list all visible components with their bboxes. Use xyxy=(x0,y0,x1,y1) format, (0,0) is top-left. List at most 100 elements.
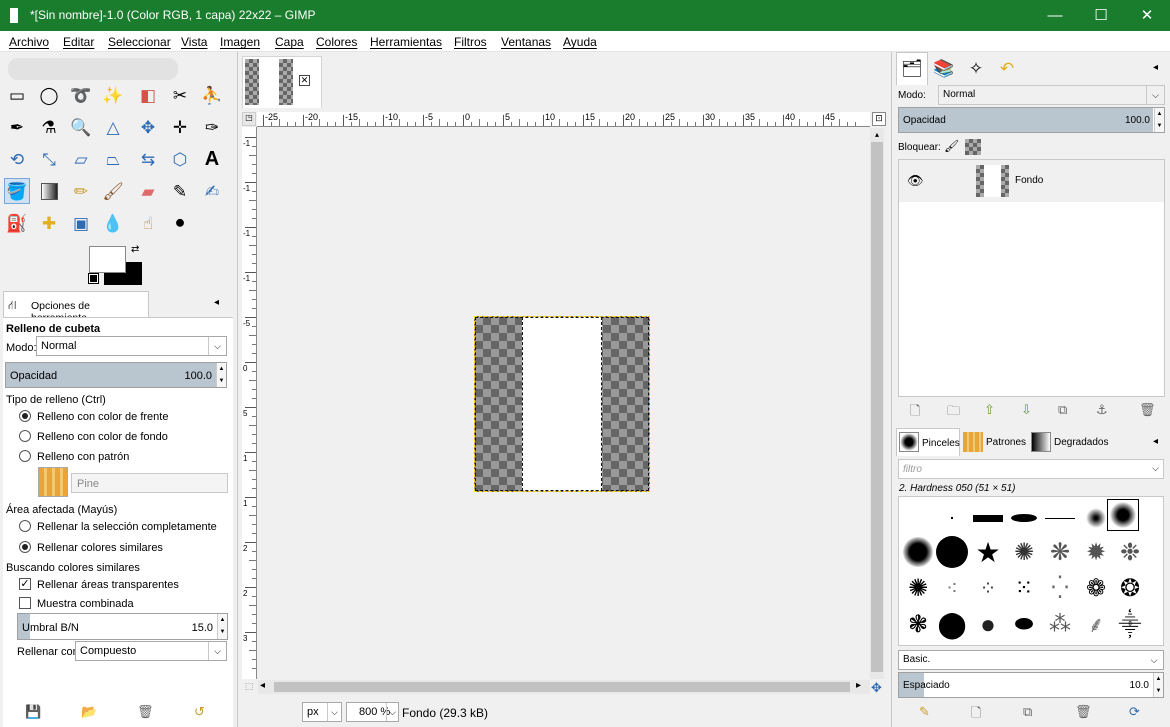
paintbrush-tool-icon[interactable]: 🖌 xyxy=(100,178,126,204)
smudge-tool-icon[interactable]: ☝ xyxy=(135,210,161,236)
default-colors-icon[interactable] xyxy=(88,273,99,284)
brush-pixel[interactable] xyxy=(935,506,969,530)
brush-texture-11[interactable]: ⬬ xyxy=(1007,607,1041,641)
brush-texture-6[interactable]: ❁ xyxy=(1079,571,1113,605)
clone-tool-icon[interactable]: ⛽ xyxy=(4,210,30,236)
brush-filter-input[interactable]: filtro ⌵ xyxy=(898,459,1164,479)
navigate-icon[interactable]: ✥ xyxy=(871,680,882,696)
brush-block-large[interactable] xyxy=(971,506,1005,530)
pencil-tool-icon[interactable]: ✏ xyxy=(68,178,94,204)
rect-select-tool-icon[interactable]: ▭ xyxy=(4,82,30,108)
eye-icon[interactable]: 👁 xyxy=(907,173,924,189)
fill-by-dropdown[interactable]: Compuesto ⌵ xyxy=(75,641,227,661)
brush-line[interactable] xyxy=(1043,506,1077,530)
new-layer-icon[interactable]: 🗋 xyxy=(910,402,920,424)
spacing-slider[interactable]: Espaciado 10.0 ▲ ▼ xyxy=(898,672,1164,698)
menu-filtros[interactable]: Filtros xyxy=(454,35,487,49)
menu-ventanas[interactable]: Ventanas xyxy=(501,35,551,49)
vertical-ruler[interactable]: -1 -1 -1 -1 -5 0 5 1 1 2 2 3 xyxy=(242,127,257,679)
layers-tab-icon[interactable]: 🗂 xyxy=(896,52,928,85)
zoom-tool-icon[interactable]: 🔍 xyxy=(68,114,94,140)
brush-texture-13[interactable]: ⸙ xyxy=(1079,607,1113,641)
tab-gradients[interactable]: Degradados xyxy=(1030,428,1112,456)
channels-tab-icon[interactable]: 📚 xyxy=(928,52,960,85)
brush-star[interactable]: ★ xyxy=(971,535,1005,569)
lock-pixels-icon[interactable]: 🖌 xyxy=(944,139,959,153)
brush-hard-circle[interactable] xyxy=(935,535,969,569)
tab-tool-options[interactable]: ⛙ Opciones de herramienta xyxy=(3,291,149,324)
brush-splatter-4[interactable]: ❉ xyxy=(1113,535,1147,569)
opacity-spinner[interactable]: ▲ ▼ xyxy=(216,363,226,387)
eraser-tool-icon[interactable]: ▰ xyxy=(135,178,161,204)
mode-dropdown[interactable]: Normal ⌵ xyxy=(36,336,227,356)
edit-brush-icon[interactable]: ✎ xyxy=(919,704,930,720)
refresh-brushes-icon[interactable]: ⟳ xyxy=(1129,704,1140,720)
lock-alpha-icon[interactable] xyxy=(965,139,981,155)
menu-archivo[interactable]: Archivo xyxy=(9,35,49,49)
delete-layer-icon[interactable]: 🗑 xyxy=(1139,402,1156,418)
reset-options-icon[interactable]: ↺ xyxy=(194,704,205,720)
layer-row[interactable]: 👁 Fondo xyxy=(899,160,1164,202)
anchor-layer-icon[interactable]: ⚓ xyxy=(1096,402,1108,418)
brush-texture-9[interactable]: ⬤ xyxy=(935,607,969,641)
airbrush-tool-icon[interactable]: ✎ xyxy=(167,178,193,204)
heal-tool-icon[interactable]: ✚ xyxy=(36,210,62,236)
fuzzy-select-tool-icon[interactable]: ✨ xyxy=(100,82,126,108)
color-select-tool-icon[interactable]: ◧ xyxy=(135,82,161,108)
brush-splatter-2[interactable]: ❋ xyxy=(1043,535,1077,569)
zoom-fit-icon[interactable]: ⊡ xyxy=(872,112,886,126)
bucket-fill-tool-icon[interactable]: 🪣 xyxy=(4,178,30,204)
layers-panel-menu-icon[interactable]: ◂ xyxy=(1153,62,1158,73)
perspective-tool-icon[interactable]: ⏢ xyxy=(100,146,126,172)
swap-colors-icon[interactable]: ⇄ xyxy=(131,244,139,255)
brush-hardness-050-selected[interactable] xyxy=(1107,499,1139,531)
scroll-left-arrow[interactable]: ◂ xyxy=(260,680,265,691)
blend-tool-icon[interactable] xyxy=(36,178,62,204)
brush-texture-3[interactable]: ⁘ xyxy=(971,571,1005,605)
menu-capa[interactable]: Capa xyxy=(275,35,304,49)
zoom-dropdown[interactable]: 800 % ⌵ xyxy=(346,702,399,722)
pattern-name-field[interactable]: Pine xyxy=(71,473,228,493)
duplicate-layer-icon[interactable]: ⧉ xyxy=(1058,402,1067,418)
color-picker-tool-icon[interactable]: ⚗ xyxy=(36,114,62,140)
ellipse-select-tool-icon[interactable]: ◯ xyxy=(36,82,62,108)
brush-texture-10[interactable]: ● xyxy=(971,607,1005,641)
brush-texture-2[interactable]: ⁖ xyxy=(935,571,969,605)
ink-tool-icon[interactable]: ✍ xyxy=(199,178,225,204)
close-tab-icon[interactable]: ✕ xyxy=(299,75,310,86)
tab-brushes[interactable]: Pinceles xyxy=(896,428,960,456)
horizontal-scrollbar[interactable]: ◂ ▸ xyxy=(258,680,870,694)
close-button[interactable]: ✕ xyxy=(1124,0,1170,31)
restore-options-icon[interactable]: 📂 xyxy=(81,704,97,720)
text-tool-icon[interactable]: A xyxy=(199,146,225,172)
menu-colores[interactable]: Colores xyxy=(316,35,357,49)
layer-mode-dropdown[interactable]: Normal ⌵ xyxy=(938,85,1165,105)
image-canvas[interactable] xyxy=(474,316,650,492)
scissors-select-tool-icon[interactable]: ✂ xyxy=(167,82,193,108)
brush-texture-7[interactable]: ❂ xyxy=(1113,571,1147,605)
tab-patterns[interactable]: Patrones xyxy=(962,428,1028,456)
brush-soft-large[interactable] xyxy=(901,535,935,569)
perspective-clone-tool-icon[interactable]: ▣ xyxy=(68,210,94,236)
align-tool-icon[interactable]: ✛ xyxy=(167,114,193,140)
scroll-right-arrow[interactable]: ▸ xyxy=(856,680,861,691)
brush-texture-4[interactable]: ⁙ xyxy=(1007,571,1041,605)
move-tool-icon[interactable]: ✥ xyxy=(135,114,161,140)
brush-texture-1[interactable]: ✺ xyxy=(901,571,935,605)
crop-tool-icon[interactable]: ✑ xyxy=(199,114,225,140)
area-selection-radio[interactable] xyxy=(19,520,31,532)
new-brush-icon[interactable]: 🗋 xyxy=(971,704,981,726)
threshold-slider[interactable]: Umbral B/N 15.0 ▲ ▼ xyxy=(17,613,228,640)
scale-tool-icon[interactable]: ⤡ xyxy=(36,146,62,172)
fill-bg-radio[interactable] xyxy=(19,430,31,442)
quick-mask-toggle-icon[interactable]: ⬚ xyxy=(242,681,256,695)
brush-ellipse[interactable] xyxy=(1007,506,1041,530)
paths-tool-icon[interactable]: ✒ xyxy=(4,114,30,140)
fill-pattern-radio[interactable] xyxy=(19,450,31,462)
shear-tool-icon[interactable]: ▱ xyxy=(68,146,94,172)
sample-merged-checkbox[interactable] xyxy=(19,597,31,609)
menu-herramientas[interactable]: Herramientas xyxy=(370,35,442,49)
brush-texture-14[interactable]: ⸎ xyxy=(1113,607,1147,641)
duplicate-brush-icon[interactable]: ⧉ xyxy=(1023,704,1032,720)
horizontal-ruler[interactable]: -25 -20 -15 -10 -5 0 5 10 15 20 25 30 35 40 45 xyxy=(257,112,870,127)
